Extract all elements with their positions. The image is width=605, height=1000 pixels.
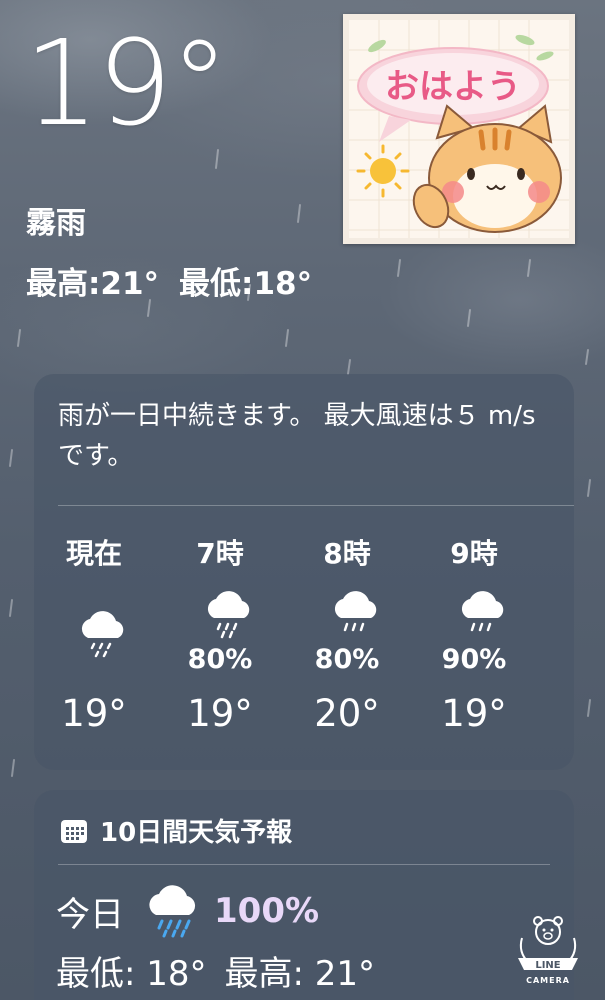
hour-precip: 80% bbox=[314, 644, 380, 675]
hour-item: 1 9 1 bbox=[552, 524, 574, 754]
hour-temp: 1 bbox=[552, 692, 574, 735]
calendar-icon bbox=[61, 819, 87, 843]
watermark-line1: LINE bbox=[535, 960, 560, 971]
hour-temp: 19° bbox=[61, 692, 127, 735]
today-forecast-row[interactable]: 今日 100% bbox=[56, 885, 320, 938]
watermark-line2: CAMERA bbox=[526, 976, 570, 985]
cat-greeting-sticker: おはよう bbox=[343, 14, 575, 244]
forecast-summary: 雨が一日中続きます。 最大風速は５ m/s です。 bbox=[58, 401, 536, 471]
hourly-forecast-card: 雨が一日中続きます。 最大風速は５ m/s です。 現在 19° 7時 80% … bbox=[34, 374, 574, 770]
hour-precip: 90% bbox=[441, 644, 507, 675]
today-low-high: 最低: 18° 最高: 21° bbox=[56, 946, 375, 995]
ten-day-title: 10日間天気予報 bbox=[100, 818, 293, 848]
current-low: 最低:18° bbox=[179, 266, 313, 302]
hour-precip: 80% bbox=[187, 644, 253, 675]
hour-label: 1 bbox=[552, 532, 574, 565]
hour-temp: 20° bbox=[314, 692, 380, 735]
hourly-scroll[interactable]: 現在 19° 7時 80% 19° 8時 80% 20° 9時 90% 19° bbox=[34, 524, 574, 764]
card-divider bbox=[58, 864, 550, 865]
ten-day-forecast-card: 10日間天気予報 今日 100% 最低: 18° 最高: 21° bbox=[34, 790, 574, 1000]
hour-item: 9時 90% 19° bbox=[424, 524, 524, 754]
rain-icon bbox=[207, 591, 250, 639]
rain-icon bbox=[461, 591, 504, 632]
card-divider bbox=[58, 505, 574, 506]
hour-label: 7時 bbox=[196, 537, 244, 570]
hour-label: 9時 bbox=[450, 537, 498, 570]
drizzle-icon bbox=[81, 611, 124, 658]
hour-temp: 19° bbox=[187, 692, 253, 735]
current-high-low: 最高:21° 最低:18° bbox=[26, 258, 312, 303]
current-high: 最高:21° bbox=[26, 266, 160, 302]
day-high: 最高: 21° bbox=[224, 954, 376, 994]
hour-item: 8時 80% 20° bbox=[297, 524, 397, 754]
hour-precip: 9 bbox=[552, 644, 574, 675]
current-condition: 霧雨 bbox=[26, 206, 86, 241]
ten-day-header: 10日間天気予報 bbox=[60, 812, 292, 849]
day-low: 最低: 18° bbox=[56, 954, 207, 994]
rain-icon bbox=[334, 591, 377, 632]
hour-temp: 19° bbox=[441, 692, 507, 735]
heavy-rain-icon bbox=[149, 885, 196, 938]
line-camera-watermark: LINE CAMERA bbox=[518, 916, 578, 985]
day-precip: 100% bbox=[214, 891, 320, 931]
current-temperature: 19° bbox=[24, 14, 229, 152]
hour-item: 現在 19° bbox=[44, 524, 144, 754]
hour-item: 7時 80% 19° bbox=[170, 524, 270, 754]
day-label: 今日 bbox=[56, 894, 124, 935]
hour-label: 8時 bbox=[323, 537, 371, 570]
hour-label: 現在 bbox=[65, 537, 122, 570]
sticker-text: おはよう bbox=[385, 67, 521, 107]
